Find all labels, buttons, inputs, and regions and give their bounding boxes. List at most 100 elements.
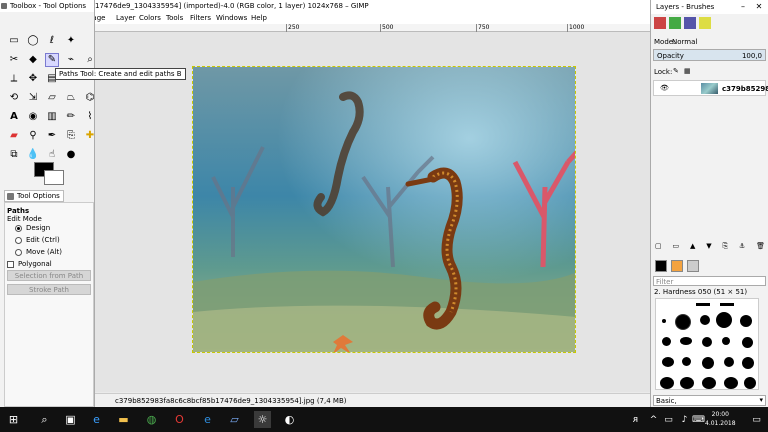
lower-layer-icon[interactable]: ▼ [706, 242, 711, 252]
foreground-select-icon[interactable]: ◆ [26, 53, 40, 67]
people-icon[interactable]: ᴙ [627, 411, 644, 428]
undo-tab-icon[interactable] [699, 17, 711, 29]
clock[interactable]: 20:00 4.01.2018 [705, 410, 736, 428]
text-tool-icon[interactable]: A [7, 110, 21, 124]
image-canvas[interactable] [95, 32, 650, 392]
blur-icon[interactable]: 💧 [26, 148, 40, 162]
brush-item[interactable] [680, 337, 692, 345]
move-icon[interactable]: ✥ [26, 72, 40, 86]
brush-item[interactable] [700, 315, 710, 325]
menu-colors[interactable]: Colors [139, 12, 161, 24]
measure-icon[interactable]: ⟂ [7, 72, 21, 86]
perspective-icon[interactable]: ⏢ [64, 91, 78, 105]
paintbrush-icon[interactable]: ⌇ [83, 110, 97, 124]
shear-icon[interactable]: ▱ [45, 91, 59, 105]
color-picker-icon[interactable]: ⌁ [64, 53, 78, 67]
edge-icon[interactable]: e [88, 411, 105, 428]
bucket-fill-icon[interactable]: ◉ [26, 110, 40, 124]
dodge-burn-icon[interactable]: ● [64, 148, 78, 162]
brush-item[interactable] [660, 377, 674, 389]
brush-item[interactable] [720, 303, 734, 306]
close-icon[interactable]: ✕ [751, 0, 767, 14]
brush-item[interactable] [724, 357, 734, 367]
opera-icon[interactable]: O [171, 411, 188, 428]
app-icon[interactable]: ▱ [226, 411, 243, 428]
rotate-icon[interactable]: ⟲ [7, 91, 21, 105]
brush-item[interactable] [744, 377, 756, 389]
brush-item[interactable] [724, 377, 738, 389]
menu-help[interactable]: Help [251, 12, 267, 24]
brush-item[interactable] [742, 357, 754, 369]
start-button-icon[interactable]: ⊞ [5, 411, 22, 428]
horizontal-ruler[interactable]: 250 500 750 1000 [95, 24, 650, 32]
brush-item[interactable] [740, 315, 752, 327]
brush-item[interactable] [662, 337, 671, 346]
menu-layer[interactable]: Layer [116, 12, 136, 24]
seahorse-image[interactable] [192, 66, 576, 353]
stroke-path-button[interactable]: Stroke Path [7, 284, 91, 295]
clone-icon[interactable]: ⎘ [64, 129, 78, 143]
airbrush-icon[interactable]: ⚲ [26, 129, 40, 143]
tab-tool-options[interactable]: Tool Options [4, 190, 64, 202]
lock-alpha-icon[interactable]: ▦ [684, 67, 691, 75]
zoom-icon[interactable]: ⌕ [83, 53, 97, 67]
menu-filters[interactable]: Filters [190, 12, 211, 24]
layers-tab-icon[interactable] [654, 17, 666, 29]
brush-grid[interactable] [655, 298, 759, 390]
brush-item[interactable] [716, 312, 732, 328]
notifications-icon[interactable]: ▭ [748, 411, 765, 428]
mode-design-radio[interactable] [15, 225, 22, 232]
mode-move-radio[interactable] [15, 249, 22, 256]
file-explorer-icon[interactable]: ▬ [115, 411, 132, 428]
patterns-tab-icon[interactable] [671, 260, 683, 272]
new-layer-icon[interactable]: ▢ [655, 242, 662, 252]
anchor-layer-icon[interactable]: ⚓ [739, 242, 745, 252]
background-color-swatch[interactable] [44, 170, 64, 185]
menu-tools[interactable]: Tools [166, 12, 183, 24]
visibility-eye-icon[interactable]: 👁 [660, 84, 669, 92]
menu-windows[interactable]: Windows [216, 12, 247, 24]
minimize-icon[interactable]: – [735, 0, 751, 14]
perspective-clone-icon[interactable]: ⧉ [7, 148, 21, 162]
mode-edit-radio[interactable] [15, 237, 22, 244]
brush-item[interactable] [702, 357, 714, 369]
selection-from-path-button[interactable]: Selection from Path [7, 270, 91, 281]
duplicate-layer-icon[interactable]: ⎘ [722, 242, 728, 252]
brush-item[interactable] [742, 337, 753, 348]
raise-layer-icon[interactable]: ▲ [690, 242, 695, 252]
brush-filter-input[interactable]: Filter [653, 276, 766, 286]
mode-value[interactable]: Normal [672, 38, 697, 46]
network-icon[interactable]: ▭ [660, 411, 677, 428]
brush-item[interactable] [682, 357, 691, 366]
brush-item[interactable] [702, 337, 712, 347]
gradients-tab-icon[interactable] [687, 260, 699, 272]
free-select-icon[interactable]: ℓ [45, 34, 59, 48]
brush-item[interactable] [696, 303, 710, 306]
rect-select-icon[interactable]: ▭ [7, 34, 21, 48]
scissors-icon[interactable]: ✂ [7, 53, 21, 67]
brush-item[interactable] [676, 315, 690, 329]
gradient-icon[interactable]: ▥ [45, 110, 59, 124]
gimp-taskbar-icon[interactable]: ☼ [254, 411, 271, 428]
layer-row[interactable]: 👁 c379b852983fa [653, 80, 768, 96]
fuzzy-select-icon[interactable]: ✦ [64, 34, 78, 48]
lock-pixels-icon[interactable]: ✎ [673, 67, 679, 75]
ellipse-select-icon[interactable]: ◯ [26, 34, 40, 48]
brush-item[interactable] [680, 377, 694, 389]
brush-item[interactable] [662, 319, 666, 323]
eraser-icon[interactable]: ▰ [7, 129, 21, 143]
brush-item[interactable] [662, 357, 674, 367]
brush-preset-select[interactable]: Basic, ▾ [653, 395, 766, 406]
search-icon[interactable]: ⌕ [36, 411, 53, 428]
brushes-tab-icon[interactable] [655, 260, 667, 272]
ink-icon[interactable]: ✒ [45, 129, 59, 143]
heal-icon[interactable]: ✚ [83, 129, 97, 143]
gimp-dock-taskbar-icon[interactable]: ◐ [281, 411, 298, 428]
internet-explorer-icon[interactable]: e [199, 411, 216, 428]
pencil-icon[interactable]: ✏ [64, 110, 78, 124]
channels-tab-icon[interactable] [669, 17, 681, 29]
brush-item[interactable] [722, 337, 730, 345]
paths-tab-icon[interactable] [684, 17, 696, 29]
paths-tool-icon[interactable]: ✎ [45, 53, 59, 67]
layer-group-icon[interactable]: ▭ [672, 242, 679, 252]
